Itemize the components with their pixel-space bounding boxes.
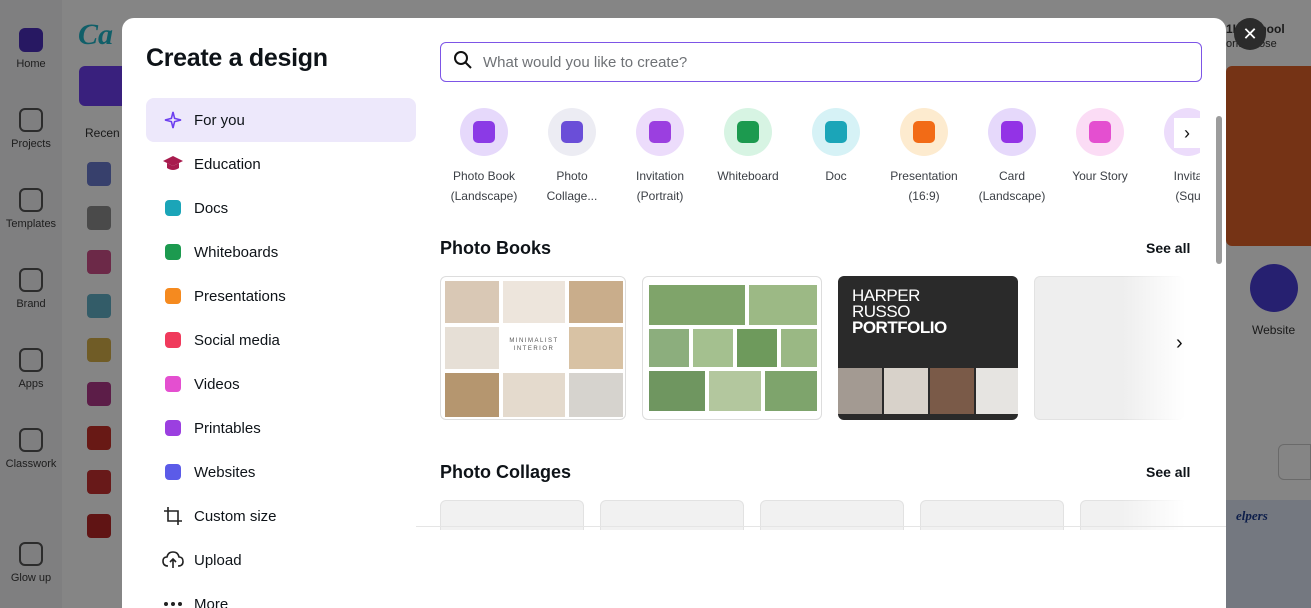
section-title-photo-collages: Photo Collages [440, 462, 572, 482]
card-type-icon [988, 108, 1036, 156]
presentation-icon [162, 285, 184, 307]
video-icon [162, 373, 184, 395]
design-type-your-story[interactable]: Your Story [1056, 108, 1144, 186]
nav-item-upload[interactable]: Upload [146, 538, 416, 582]
design-type-card-landscape[interactable]: Card (Landscape) [968, 108, 1056, 206]
category-nav: For you Education Docs Whiteboards Prese… [146, 98, 416, 608]
design-type-photo-collage[interactable]: Photo Collage... [528, 108, 616, 206]
whiteboard-icon [162, 241, 184, 263]
design-type-doc[interactable]: Doc [792, 108, 880, 186]
create-design-modal: Create a design For you Education Docs W… [122, 18, 1226, 608]
website-icon [162, 461, 184, 483]
nav-item-custom-size[interactable]: Custom size [146, 494, 416, 538]
nav-item-videos[interactable]: Videos [146, 362, 416, 406]
nav-item-presentations[interactable]: Presentations [146, 274, 416, 318]
section-title-photo-books: Photo Books [440, 238, 551, 258]
search-icon [453, 50, 473, 75]
printer-icon [162, 417, 184, 439]
graduation-cap-icon [162, 153, 184, 175]
nav-item-for-you[interactable]: For you [146, 98, 416, 142]
presentation-type-icon [900, 108, 948, 156]
design-type-row: Photo Book (Landscape) Photo Collage... In… [440, 108, 1200, 208]
minimalist-interior-text: MINIMALIST INTERIOR [509, 338, 559, 352]
search-input[interactable] [483, 53, 1163, 71]
whiteboard-type-icon [724, 108, 772, 156]
design-type-invitation-portrait[interactable]: Invitation (Portrait) [616, 108, 704, 206]
doc-type-icon [812, 108, 860, 156]
photo-book-icon [460, 108, 508, 156]
portfolio-title: HARPER RUSSO PORTFOLIO [852, 286, 947, 337]
nav-item-social-media[interactable]: Social media [146, 318, 416, 362]
nav-item-printables[interactable]: Printables [146, 406, 416, 450]
upload-cloud-icon [162, 549, 184, 571]
sparkle-icon [162, 109, 184, 131]
modal-title: Create a design [146, 44, 328, 72]
design-type-whiteboard[interactable]: Whiteboard [704, 108, 792, 186]
chevron-right-icon[interactable]: › [1174, 118, 1200, 148]
more-dots-icon [162, 593, 184, 608]
nav-item-more[interactable]: More [146, 582, 416, 608]
design-type-presentation[interactable]: Presentation (16:9) [880, 108, 968, 206]
chevron-right-icon[interactable]: › [1176, 332, 1183, 355]
invitation-icon [636, 108, 684, 156]
design-type-photo-book[interactable]: Photo Book (Landscape) [440, 108, 528, 206]
photo-collage-icon [548, 108, 596, 156]
see-all-photo-collages[interactable]: See all [1146, 464, 1190, 480]
nav-item-whiteboards[interactable]: Whiteboards [146, 230, 416, 274]
nav-item-websites[interactable]: Websites [146, 450, 416, 494]
nav-item-docs[interactable]: Docs [146, 186, 416, 230]
divider [416, 526, 1226, 527]
scrollbar[interactable] [1216, 116, 1222, 264]
close-button[interactable]: ✕ [1234, 18, 1266, 50]
carousel-fade [1122, 276, 1212, 420]
image-type-icon [1076, 108, 1124, 156]
design-search-box[interactable] [440, 42, 1202, 82]
photo-book-template-card[interactable]: HARPER RUSSO PORTFOLIO [838, 276, 1018, 420]
heart-icon [162, 329, 184, 351]
crop-icon [162, 505, 184, 527]
photo-book-template-card[interactable] [642, 276, 822, 420]
photo-book-template-card[interactable]: MINIMALIST INTERIOR [440, 276, 626, 420]
doc-icon [162, 197, 184, 219]
see-all-photo-books[interactable]: See all [1146, 240, 1190, 256]
nav-item-education[interactable]: Education [146, 142, 416, 186]
